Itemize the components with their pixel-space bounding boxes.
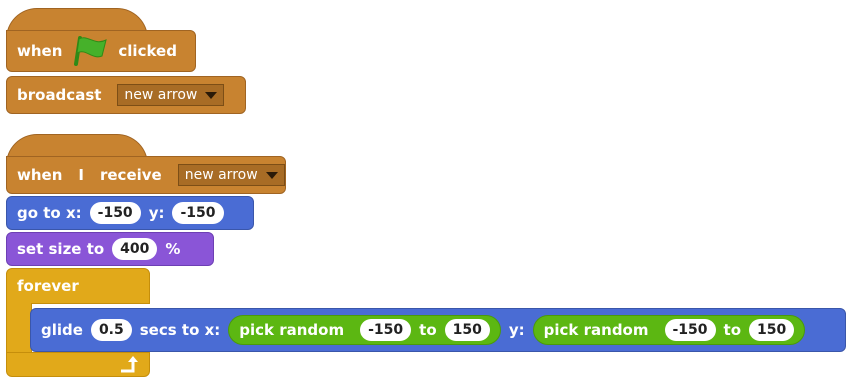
random-x-max-input[interactable]: 150 xyxy=(444,319,490,341)
set-size-input[interactable]: 400 xyxy=(112,238,158,260)
glide-block[interactable]: glide 0.5 secs to x: pick random -150 to… xyxy=(30,308,846,352)
secs-to-x-label: secs to x: xyxy=(139,321,221,339)
random-x-min-input[interactable]: -150 xyxy=(360,319,412,341)
receive-label: receive xyxy=(99,166,162,184)
when-i-receive-block[interactable]: when I receive new arrow xyxy=(6,156,286,194)
glide-label: glide xyxy=(41,321,83,339)
to-label: to xyxy=(419,321,437,339)
forever-block-arm xyxy=(6,303,32,353)
set-size-block[interactable]: set size to 400 % xyxy=(6,232,214,266)
broadcast-label: broadcast xyxy=(17,86,102,104)
pick-random-label: pick random xyxy=(543,321,649,339)
receive-message: new arrow xyxy=(184,167,258,183)
loop-arrow-icon xyxy=(121,355,138,372)
goto-y-input[interactable]: -150 xyxy=(172,202,224,224)
chevron-down-icon xyxy=(265,171,278,179)
to-label: to xyxy=(723,321,742,339)
random-y-min-input[interactable]: -150 xyxy=(664,319,716,341)
when-label: when xyxy=(17,166,63,184)
chevron-down-icon xyxy=(205,91,218,99)
random-y-max-input[interactable]: 150 xyxy=(749,319,795,341)
percent-label: % xyxy=(165,240,181,258)
pick-random-x-block[interactable]: pick random -150 to 150 xyxy=(228,315,501,345)
forever-block-bottom xyxy=(6,352,150,377)
broadcast-block[interactable]: broadcast new arrow xyxy=(6,76,246,114)
go-to-xy-block[interactable]: go to x: -150 y: -150 xyxy=(6,196,254,230)
set-size-label: set size to xyxy=(17,240,105,258)
broadcast-message: new arrow xyxy=(124,87,198,103)
receive-message-dropdown[interactable]: new arrow xyxy=(177,164,285,186)
forever-label: forever xyxy=(17,277,79,295)
when-flag-clicked-block[interactable]: when clicked xyxy=(6,30,196,72)
goto-y-label: y: xyxy=(148,204,165,222)
pick-random-label: pick random xyxy=(239,321,345,339)
when-label: when xyxy=(17,42,63,60)
clicked-label: clicked xyxy=(118,42,177,60)
i-label: I xyxy=(78,166,84,184)
goto-label: go to x: xyxy=(17,204,82,222)
forever-block-top[interactable]: forever xyxy=(6,268,150,304)
goto-x-input[interactable]: -150 xyxy=(89,202,141,224)
glide-secs-input[interactable]: 0.5 xyxy=(90,319,132,341)
y-label: y: xyxy=(508,321,525,339)
broadcast-message-dropdown[interactable]: new arrow xyxy=(117,84,225,106)
green-flag-icon xyxy=(74,36,108,66)
pick-random-y-block[interactable]: pick random -150 to 150 xyxy=(532,315,806,345)
